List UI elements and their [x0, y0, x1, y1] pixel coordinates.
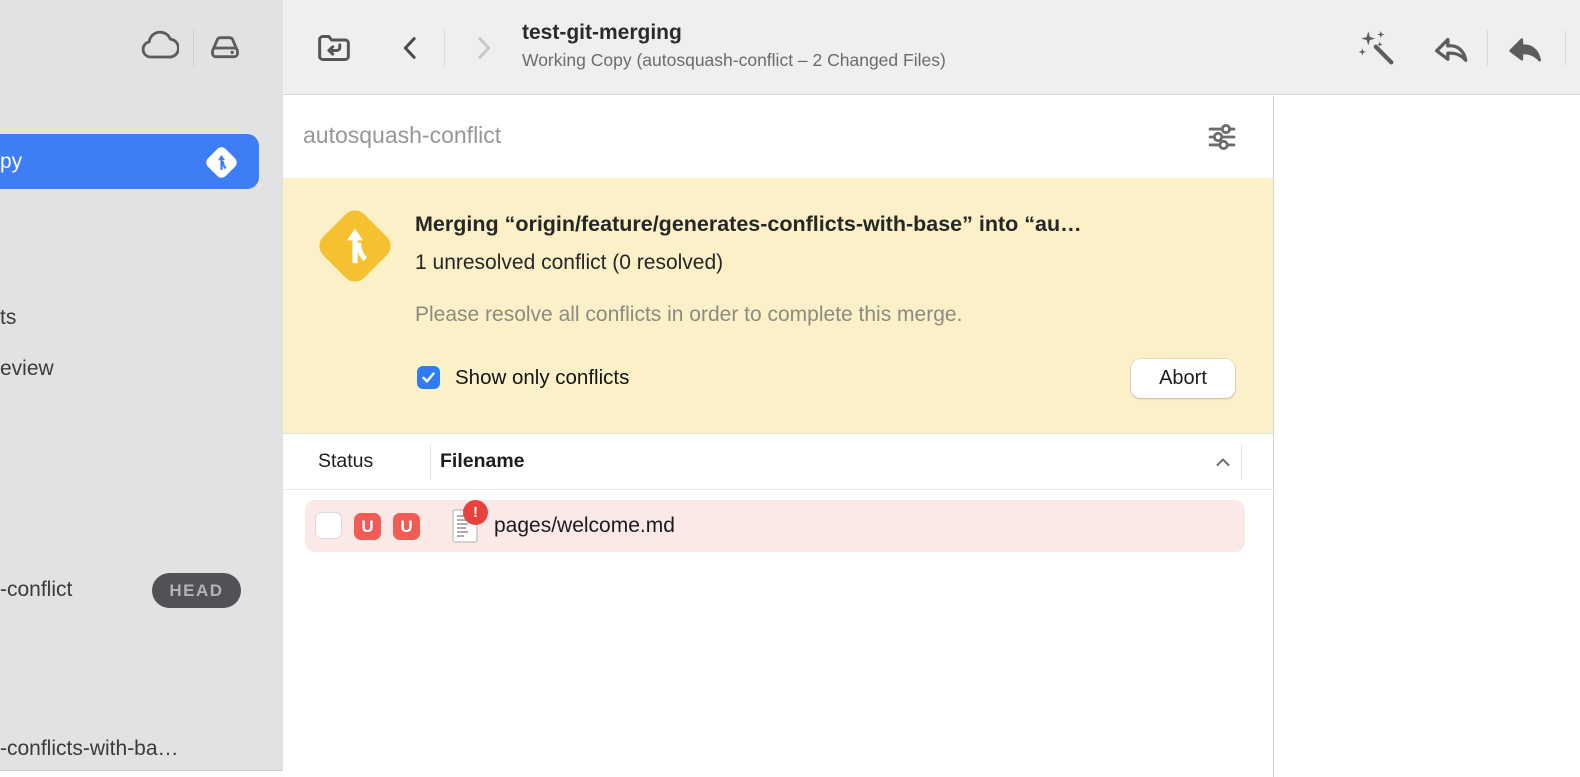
branch-header: autosquash-conflict: [283, 96, 1273, 178]
sidebar-branch-remote[interactable]: -conflicts-with-ba…: [0, 737, 179, 761]
file-stage-checkbox[interactable]: [315, 512, 342, 539]
window-title: test-git-merging: [522, 21, 946, 45]
magic-wand-icon[interactable]: [1354, 25, 1400, 71]
sidebar-branch-current[interactable]: -conflict: [0, 578, 72, 602]
status-badge-unmerged: U: [354, 513, 381, 540]
forward-chevron-icon[interactable]: [463, 27, 503, 69]
toolbar: test-git-merging Working Copy (autosquas…: [283, 0, 1580, 95]
sidebar: py ts eview -conflict HEAD -conflicts-wi…: [0, 0, 283, 771]
file-table-header: Status Filename: [283, 433, 1273, 490]
branch-name: autosquash-conflict: [303, 122, 501, 149]
merge-banner: Merging “origin/feature/generates-confli…: [283, 178, 1273, 433]
conflict-alert-icon: !: [463, 500, 488, 525]
column-header-filename[interactable]: Filename: [440, 450, 525, 473]
toolbar-separator: [1487, 30, 1488, 66]
main-content: autosquash-conflict: [283, 96, 1273, 777]
detail-panel: [1274, 96, 1580, 777]
toolbar-separator: [444, 30, 445, 66]
merge-sign-icon: [203, 144, 238, 179]
conflicted-file-row[interactable]: U U ! pages/welcome.md: [305, 500, 1245, 552]
undo-arrow-filled-icon[interactable]: [1502, 25, 1548, 71]
chevron-up-icon[interactable]: [1211, 451, 1235, 475]
back-chevron-icon[interactable]: [391, 27, 431, 69]
sidebar-bottom-strip: [0, 772, 283, 777]
status-badge-unmerged: U: [393, 513, 420, 540]
window-title-block: test-git-merging Working Copy (autosquas…: [522, 21, 946, 71]
column-separator[interactable]: [430, 444, 431, 480]
app-window: py ts eview -conflict HEAD -conflicts-wi…: [0, 0, 1580, 777]
merge-banner-title: Merging “origin/feature/generates-confli…: [415, 212, 1082, 237]
window-subtitle: Working Copy (autosquash-conflict – 2 Ch…: [522, 50, 946, 71]
abort-button[interactable]: Abort: [1131, 359, 1235, 398]
sidebar-item-working-copy[interactable]: py: [0, 134, 259, 189]
sidebar-item-label: py: [0, 150, 22, 174]
sidebar-item-review[interactable]: eview: [0, 357, 54, 381]
column-separator: [1241, 444, 1242, 480]
sidebar-toolbar-separator: [193, 30, 194, 66]
undo-arrow-outline-icon[interactable]: [1428, 25, 1474, 71]
merge-state-badge: [203, 144, 239, 180]
conflict-summary: 1 unresolved conflict (0 resolved): [415, 251, 723, 275]
cloud-icon[interactable]: [136, 24, 182, 70]
folder-return-icon[interactable]: [311, 25, 357, 71]
merge-instruction: Please resolve all conflicts in order to…: [415, 303, 962, 327]
column-header-status[interactable]: Status: [318, 450, 373, 473]
file-name: pages/welcome.md: [494, 500, 675, 552]
drive-icon[interactable]: [202, 24, 248, 70]
filter-sliders-icon[interactable]: [1201, 116, 1243, 158]
show-only-conflicts-label[interactable]: Show only conflicts: [455, 366, 629, 390]
head-badge: HEAD: [152, 573, 241, 608]
sidebar-item-commits[interactable]: ts: [0, 306, 16, 330]
merge-sign-icon: [326, 217, 386, 277]
toolbar-separator: [1565, 30, 1566, 66]
show-only-conflicts-checkbox[interactable]: [417, 366, 440, 389]
